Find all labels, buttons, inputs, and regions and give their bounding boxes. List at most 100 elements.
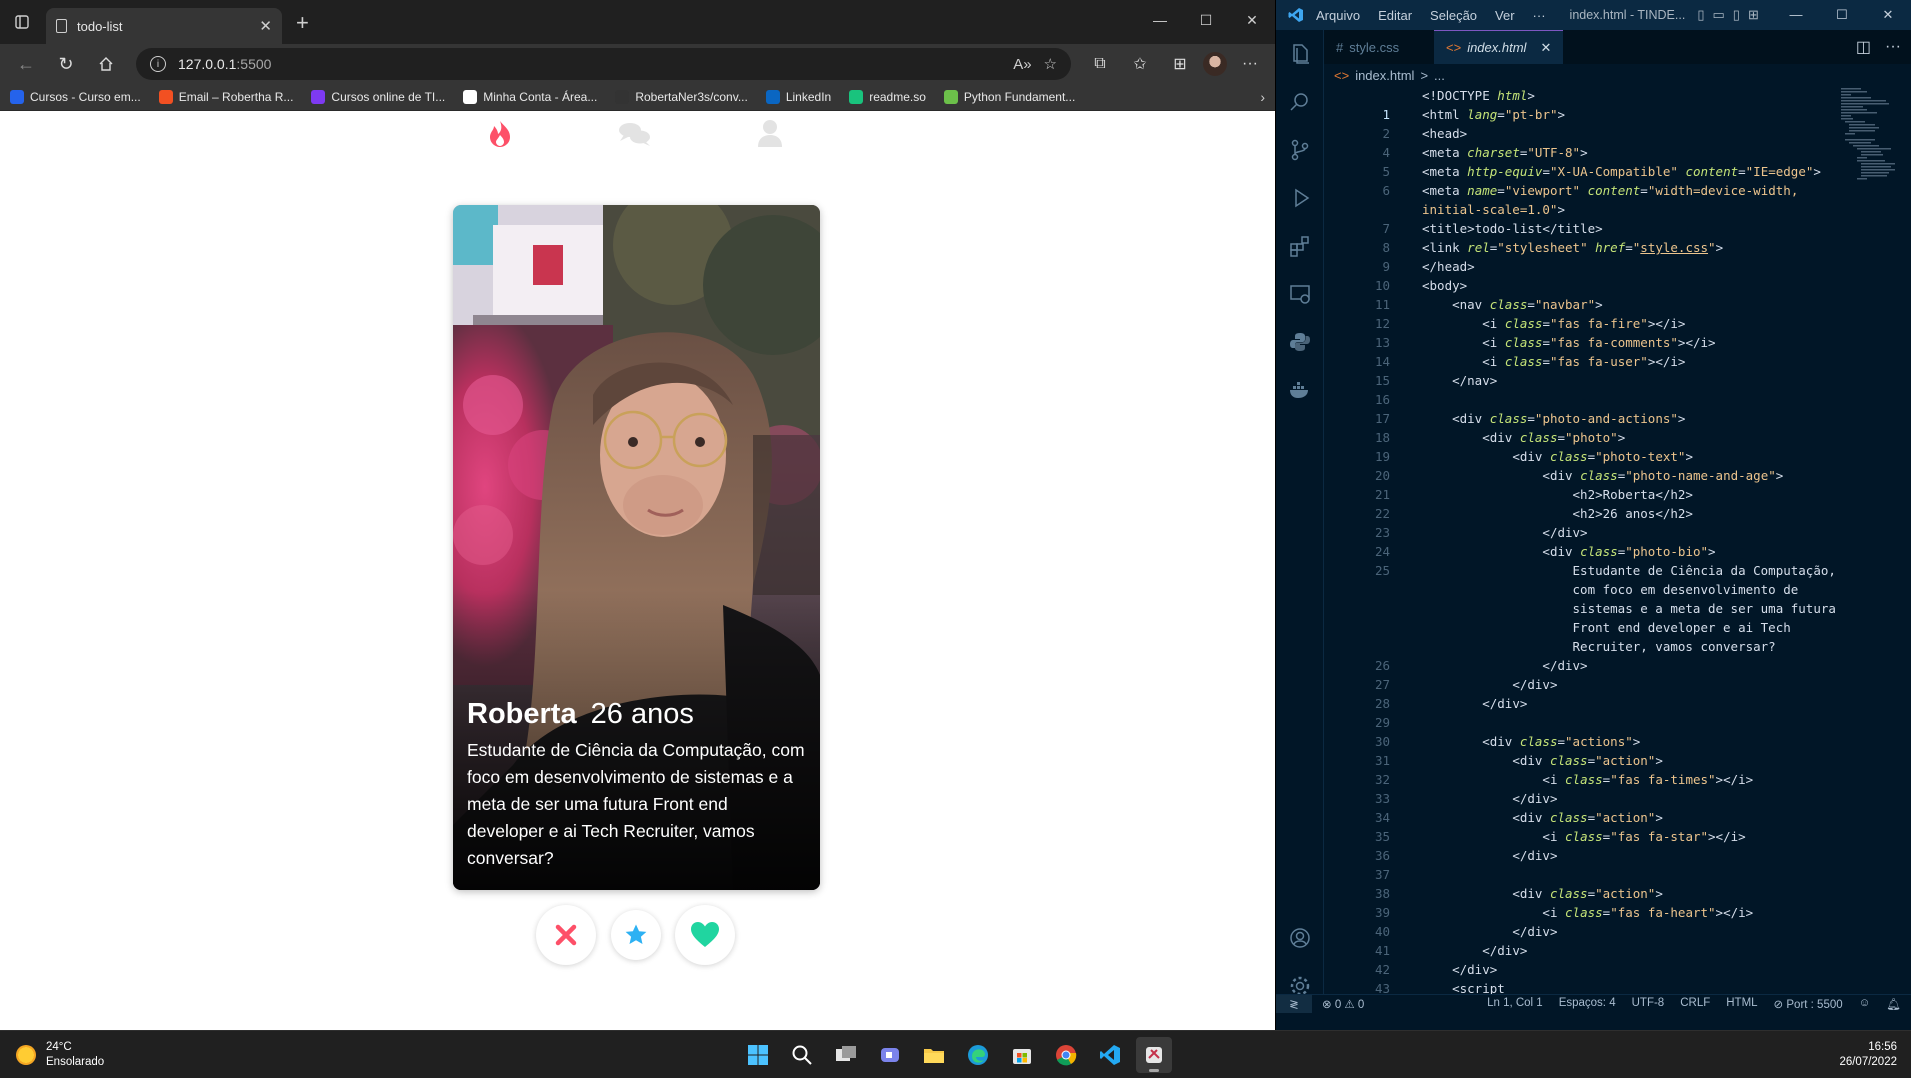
windows-start-icon[interactable]	[740, 1037, 776, 1073]
extensions-icon[interactable]: ⧉	[1083, 48, 1117, 80]
favorites-icon[interactable]: ✩	[1123, 48, 1157, 80]
weather-widget[interactable]: 24°C Ensolarado	[16, 1040, 104, 1070]
code-line[interactable]: </div>	[1422, 960, 1841, 979]
task-view-icon[interactable]	[828, 1037, 864, 1073]
code-line[interactable]: <div class="action">	[1422, 751, 1841, 770]
user-icon[interactable]	[758, 120, 782, 147]
code-line[interactable]: <h2>Roberta</h2>	[1422, 485, 1841, 504]
minimize-icon[interactable]: —	[1773, 7, 1819, 23]
code-line[interactable]: <i class="fas fa-user"></i>	[1422, 352, 1841, 371]
code-line[interactable]: Estudante de Ciência da Computação,	[1422, 561, 1841, 580]
menu-item[interactable]: ···	[1533, 8, 1546, 23]
code-line[interactable]: </div>	[1422, 656, 1841, 675]
code-line[interactable]: <div class="actions">	[1422, 732, 1841, 751]
code-line[interactable]: </div>	[1422, 694, 1841, 713]
menu-item[interactable]: Editar	[1378, 8, 1412, 23]
favorite-link[interactable]: RobertaNer3s/conv...	[615, 90, 748, 104]
breadcrumb-file[interactable]: index.html	[1355, 68, 1414, 83]
code-line[interactable]: <body>	[1422, 276, 1841, 295]
minimize-icon[interactable]: —	[1137, 0, 1183, 40]
code-line[interactable]: <i class="fas fa-times"></i>	[1422, 770, 1841, 789]
code-line[interactable]: <link rel="stylesheet" href="style.css">	[1422, 238, 1841, 257]
fire-icon[interactable]	[490, 121, 510, 147]
explorer-icon[interactable]	[1288, 42, 1312, 66]
extensions-icon[interactable]	[1288, 234, 1312, 258]
search-icon[interactable]	[784, 1037, 820, 1073]
remote-indicator-icon[interactable]: ≷	[1276, 994, 1312, 1013]
customize-layout-icon[interactable]: ⊞	[1748, 7, 1759, 23]
code-line[interactable]	[1422, 713, 1841, 732]
code-line[interactable]: com foco em desenvolvimento de	[1422, 580, 1841, 599]
code-lines[interactable]: <!DOCTYPE html> <html lang="pt-br"> <head>…	[1422, 86, 1841, 1012]
comments-icon[interactable]	[619, 123, 650, 146]
feedback-icon[interactable]: ☺	[1859, 997, 1871, 1011]
code-line[interactable]: initial-scale=1.0">	[1422, 200, 1841, 219]
favorites-overflow-icon[interactable]: ›	[1260, 89, 1265, 105]
maximize-icon[interactable]: ☐	[1819, 7, 1865, 23]
code-line[interactable]: <i class="fas fa-heart"></i>	[1422, 903, 1841, 922]
code-line[interactable]	[1422, 390, 1841, 409]
favorite-link[interactable]: Minha Conta - Área...	[463, 90, 597, 104]
tab-index-html[interactable]: <> index.html ✕	[1434, 30, 1564, 64]
code-line[interactable]: <i class="fas fa-fire"></i>	[1422, 314, 1841, 333]
code-editor[interactable]: 1 2 4 5 6 7 8 9 10 11 12 13 14 15 16 17 18 19 20 21 22 23 24 25…	[1324, 86, 1911, 1012]
snipping-tool-icon[interactable]	[1136, 1037, 1172, 1073]
read-aloud-icon[interactable]: A»	[1013, 56, 1031, 73]
collections-icon[interactable]: ⊞	[1163, 48, 1197, 80]
tab-actions-icon[interactable]	[0, 0, 44, 44]
indentation[interactable]: Espaços: 4	[1559, 997, 1616, 1011]
file-explorer-icon[interactable]	[916, 1037, 952, 1073]
more-actions-icon[interactable]: ···	[1885, 38, 1901, 56]
profile-card[interactable]: Roberta 26 anos Estudante de Ciência da …	[453, 205, 820, 890]
python-icon[interactable]	[1288, 330, 1312, 354]
chrome-icon[interactable]	[1048, 1037, 1084, 1073]
code-line[interactable]: </head>	[1422, 257, 1841, 276]
home-icon[interactable]	[88, 48, 124, 80]
code-line[interactable]: <div class="photo-and-actions">	[1422, 409, 1841, 428]
cursor-position[interactable]: Ln 1, Col 1	[1487, 997, 1543, 1011]
code-line[interactable]: <i class="fas fa-star"></i>	[1422, 827, 1841, 846]
code-line[interactable]: <meta name="viewport" content="width=dev…	[1422, 181, 1841, 200]
code-line[interactable]: <nav class="navbar">	[1422, 295, 1841, 314]
code-line[interactable]: <meta http-equiv="X-UA-Compatible" conte…	[1422, 162, 1841, 181]
code-line[interactable]: </div>	[1422, 523, 1841, 542]
toggle-sidebar-icon[interactable]: ▯	[1697, 7, 1704, 23]
dislike-button[interactable]	[536, 905, 596, 965]
code-line[interactable]: <!DOCTYPE html>	[1422, 86, 1841, 105]
run-debug-icon[interactable]	[1288, 186, 1312, 210]
superlike-button[interactable]	[611, 910, 661, 960]
refresh-icon[interactable]: ↻	[48, 48, 84, 80]
code-line[interactable]: <div class="photo-name-and-age">	[1422, 466, 1841, 485]
teams-chat-icon[interactable]	[872, 1037, 908, 1073]
remote-explorer-icon[interactable]	[1288, 282, 1312, 306]
menu-item[interactable]: Arquivo	[1316, 8, 1360, 23]
more-menu-icon[interactable]: ···	[1233, 48, 1267, 80]
live-server-port[interactable]: ⊘ Port : 5500	[1774, 997, 1843, 1011]
menu-item[interactable]: Seleção	[1430, 8, 1477, 23]
close-tab-icon[interactable]: ✕	[259, 17, 272, 35]
code-line[interactable]: sistemas e a meta de ser uma futura	[1422, 599, 1841, 618]
end-of-line[interactable]: CRLF	[1680, 997, 1710, 1011]
code-line[interactable]: </div>	[1422, 846, 1841, 865]
search-icon[interactable]	[1288, 90, 1312, 114]
favorite-link[interactable]: Python Fundament...	[943, 90, 1075, 104]
maximize-icon[interactable]: ☐	[1183, 0, 1229, 40]
new-tab-button[interactable]: +	[282, 10, 323, 44]
browser-tab[interactable]: todo-list ✕	[46, 8, 282, 44]
accounts-icon[interactable]	[1288, 926, 1312, 950]
code-line[interactable]: </nav>	[1422, 371, 1841, 390]
address-bar[interactable]: i 127.0.0.1:5500 A» ☆	[136, 48, 1071, 80]
minimap[interactable]	[1841, 86, 1897, 196]
back-icon[interactable]: ←	[8, 48, 44, 80]
toggle-panel-icon[interactable]: ▭	[1712, 7, 1724, 23]
store-icon[interactable]	[1004, 1037, 1040, 1073]
code-line[interactable]: </div>	[1422, 941, 1841, 960]
vscode-icon[interactable]	[1092, 1037, 1128, 1073]
code-line[interactable]: <h2>26 anos</h2>	[1422, 504, 1841, 523]
code-line[interactable]: Recruiter, vamos conversar?	[1422, 637, 1841, 656]
notifications-icon[interactable]: 🔔︎	[1886, 997, 1901, 1011]
code-line[interactable]: <i class="fas fa-comments"></i>	[1422, 333, 1841, 352]
profile-avatar[interactable]	[1203, 52, 1227, 76]
favorite-link[interactable]: Email – Robertha R...	[158, 90, 293, 104]
close-window-icon[interactable]: ✕	[1865, 7, 1911, 23]
